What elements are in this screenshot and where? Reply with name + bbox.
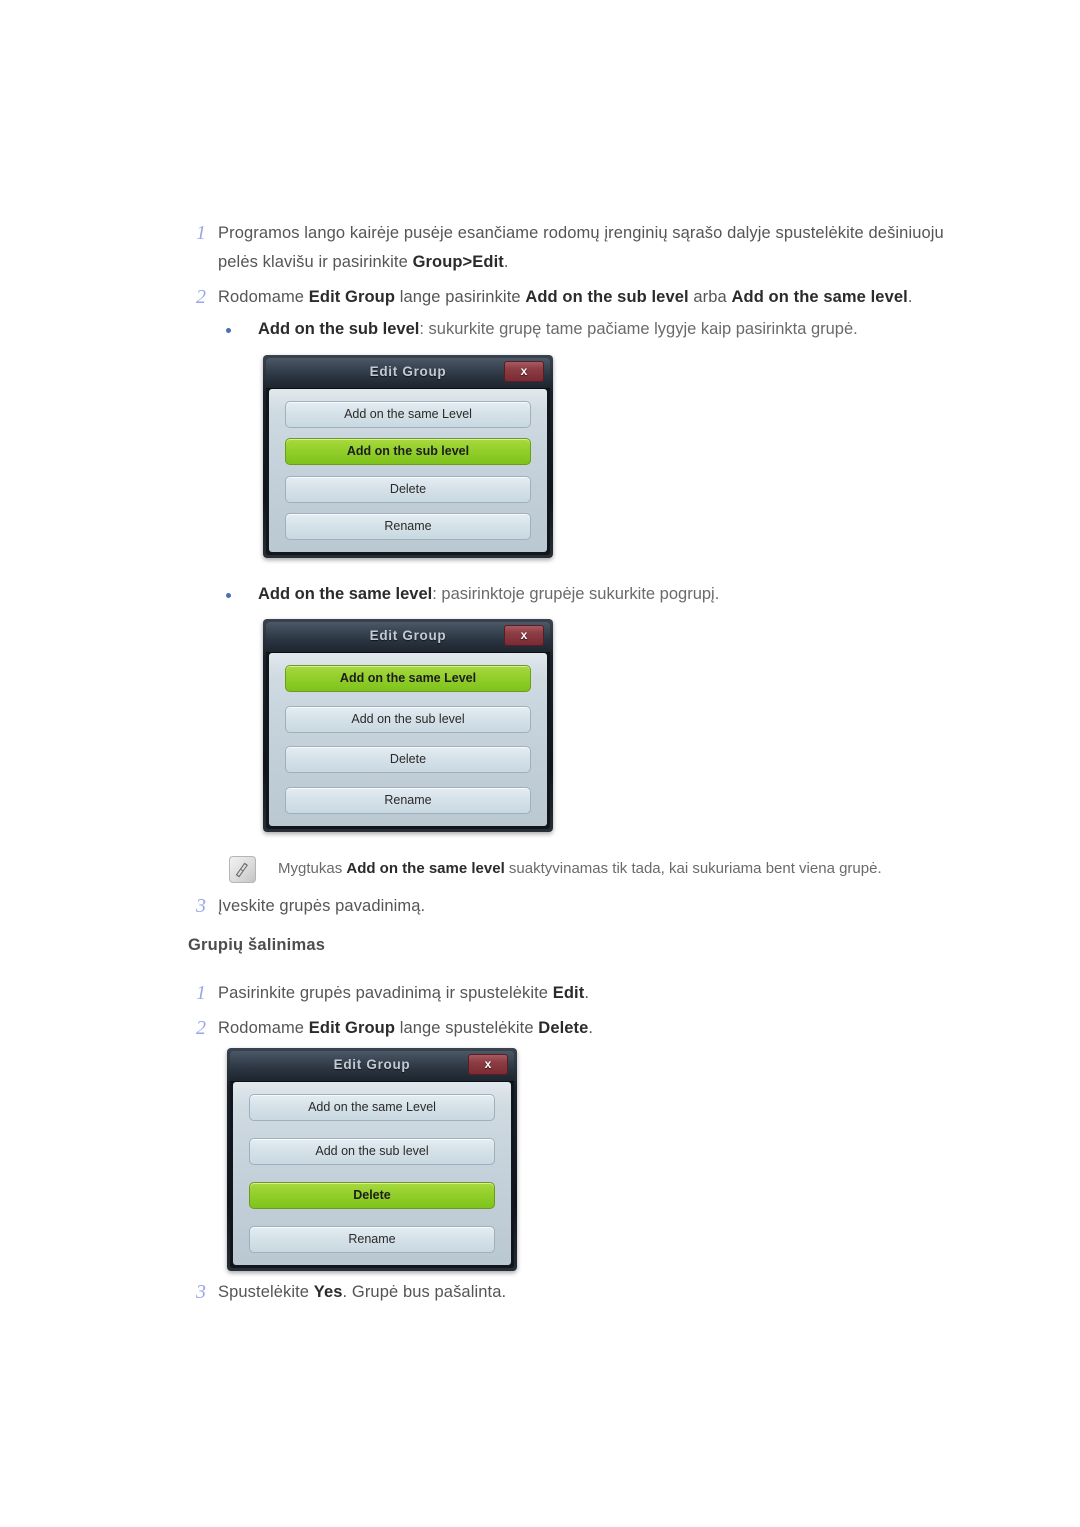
note-text: Mygtukas Add on the same level suaktyvin…: [278, 860, 882, 877]
bullet-text: Add on the same level: pasirinktoje grup…: [258, 585, 720, 603]
bullet-item: Add on the sub level: sukurkite grupę ta…: [224, 315, 984, 343]
dialog-titlebar[interactable]: Edit Group x: [230, 1051, 514, 1082]
step-text: Rodomame Edit Group lange pasirinkite Ad…: [218, 288, 913, 306]
bullet-item: Add on the same level: pasirinktoje grup…: [224, 580, 984, 608]
document-page: 1 Programos lango kairėje pusėje esančia…: [0, 0, 1080, 1527]
dialog-titlebar[interactable]: Edit Group x: [266, 622, 550, 653]
edit-group-dialog[interactable]: Edit Group x Add on the same Level Add o…: [263, 355, 553, 558]
dialog-titlebar[interactable]: Edit Group x: [266, 358, 550, 389]
add-on-same-level-button[interactable]: Add on the same Level: [249, 1094, 495, 1121]
rename-button[interactable]: Rename: [285, 512, 531, 540]
step-item: 3 Spustelėkite Yes. Grupė bus pašalinta.: [188, 1278, 988, 1307]
dialog-inner: Edit Group x Add on the same Level Add o…: [266, 622, 550, 829]
step-item: 2 Rodomame Edit Group lange spustelėkite…: [188, 1014, 988, 1043]
delete-button[interactable]: Delete: [249, 1182, 495, 1209]
dialog-inner: Edit Group x Add on the same Level Add o…: [230, 1051, 514, 1268]
step-item: 1 Pasirinkite grupės pavadinimą ir spust…: [188, 979, 988, 1008]
bullet-text: Add on the sub level: sukurkite grupę ta…: [258, 320, 858, 338]
close-icon[interactable]: x: [504, 625, 544, 646]
step-text: Įveskite grupės pavadinimą.: [218, 897, 426, 915]
bullet-dot-icon: [224, 315, 258, 343]
step-item: 2 Rodomame Edit Group lange pasirinkite …: [188, 283, 988, 312]
note-pen-icon: [229, 856, 256, 883]
delete-button[interactable]: Delete: [285, 746, 531, 774]
add-on-sub-level-button[interactable]: Add on the sub level: [285, 438, 531, 466]
add-on-same-level-button[interactable]: Add on the same Level: [285, 665, 531, 692]
add-on-sub-level-button[interactable]: Add on the sub level: [249, 1138, 495, 1165]
edit-group-dialog[interactable]: Edit Group x Add on the same Level Add o…: [227, 1048, 517, 1271]
step-number: 3: [196, 1281, 206, 1303]
dialog-body: Add on the same Level Add on the sub lev…: [233, 1082, 511, 1265]
note-callout: Mygtukas Add on the same level suaktyvin…: [229, 855, 969, 883]
step-item: 3 Įveskite grupės pavadinimą.: [188, 892, 988, 921]
rename-button[interactable]: Rename: [249, 1226, 495, 1253]
delete-button[interactable]: Delete: [285, 475, 531, 503]
step-text: Programos lango kairėje pusėje esančiame…: [218, 224, 944, 271]
close-icon[interactable]: x: [468, 1054, 508, 1075]
dialog-body: Add on the same Level Add on the sub lev…: [269, 653, 547, 826]
section-heading: Grupių šalinimas: [188, 936, 326, 954]
step-text: Pasirinkite grupės pavadinimą ir spustel…: [218, 984, 590, 1002]
step-text: Rodomame Edit Group lange spustelėkite D…: [218, 1019, 594, 1037]
rename-button[interactable]: Rename: [285, 786, 531, 814]
dialog-inner: Edit Group x Add on the same Level Add o…: [266, 358, 550, 555]
step-number: 1: [196, 222, 206, 244]
step-number: 1: [196, 982, 206, 1004]
step-number: 3: [196, 895, 206, 917]
add-on-sub-level-button[interactable]: Add on the sub level: [285, 705, 531, 733]
bullet-dot-icon: [224, 580, 258, 608]
step-item: 1 Programos lango kairėje pusėje esančia…: [188, 219, 988, 277]
dialog-body: Add on the same Level Add on the sub lev…: [269, 389, 547, 552]
step-text: Spustelėkite Yes. Grupė bus pašalinta.: [218, 1283, 507, 1301]
step-number: 2: [196, 286, 206, 308]
step-number: 2: [196, 1017, 206, 1039]
add-on-same-level-button[interactable]: Add on the same Level: [285, 401, 531, 428]
edit-group-dialog[interactable]: Edit Group x Add on the same Level Add o…: [263, 619, 553, 832]
close-icon[interactable]: x: [504, 361, 544, 382]
